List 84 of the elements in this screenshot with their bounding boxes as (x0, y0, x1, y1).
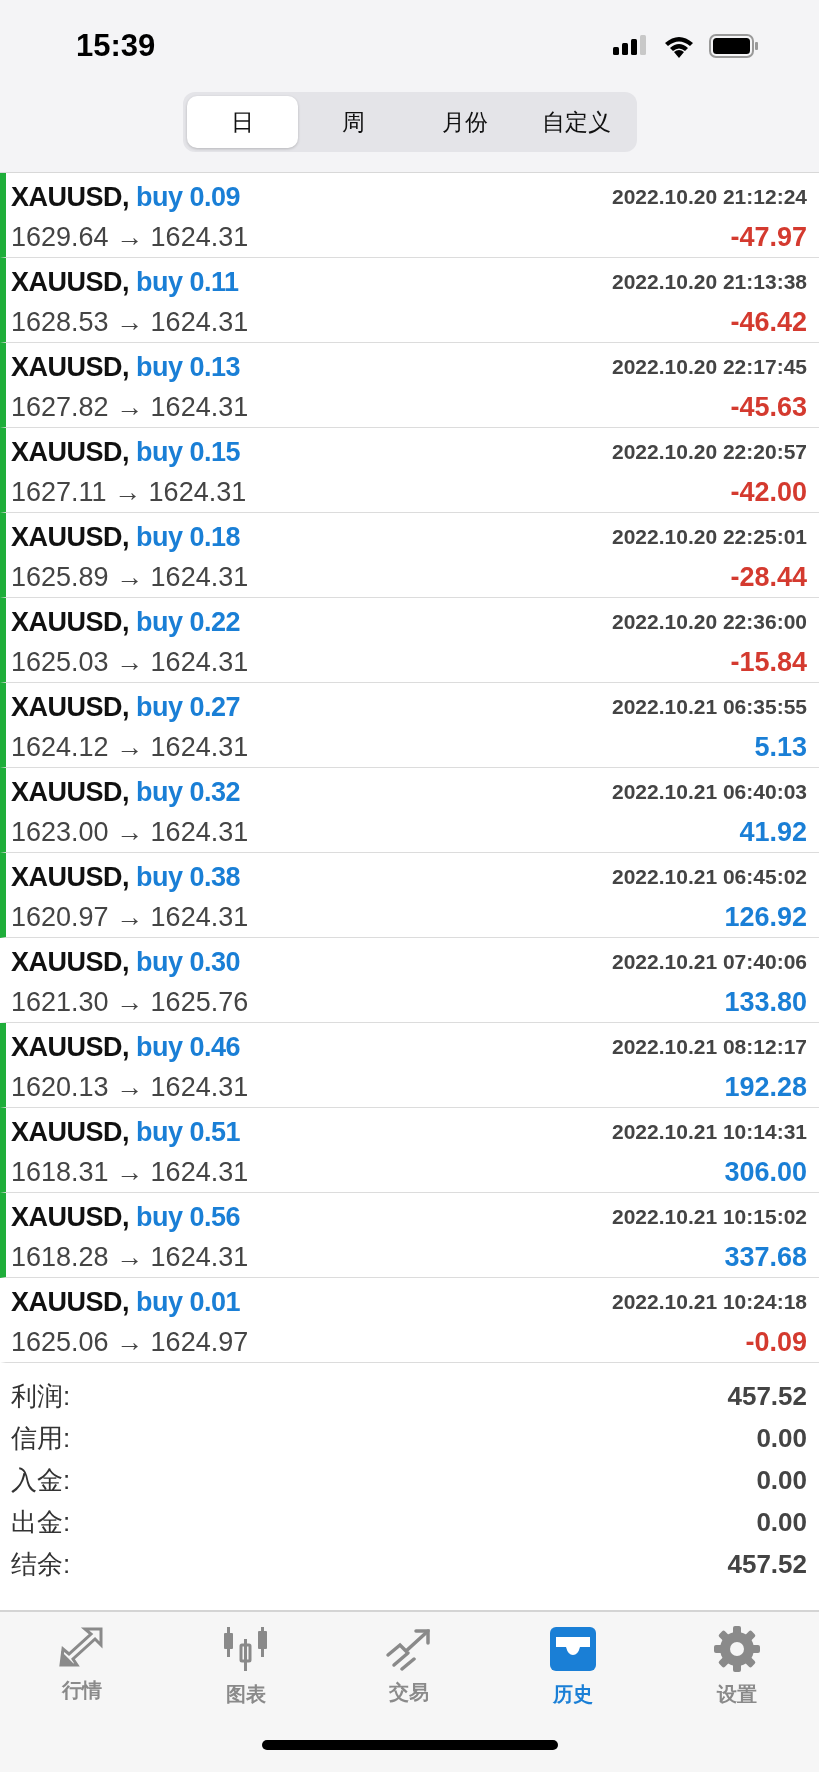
deal-profit: 5.13 (753, 731, 807, 763)
deal-time: 2022.10.21 10:24:18 (612, 1290, 807, 1314)
status-time: 15:39 (76, 28, 156, 64)
summary-label: 入金: (11, 1463, 71, 1497)
deal-prices: 1629.64 → 1624.31 (11, 221, 250, 253)
deal-prices: 1618.28 → 1624.31 (11, 1241, 250, 1273)
deal-title: XAUUSD, buy 0.22 (11, 606, 242, 638)
deal-profit: -42.00 (729, 476, 807, 508)
summary-label: 出金: (11, 1505, 71, 1539)
deal-prices: 1621.30 → 1625.76 (11, 986, 250, 1018)
wifi-icon (663, 34, 695, 58)
deal-profit: 133.80 (723, 986, 807, 1018)
deal-time: 2022.10.21 06:35:55 (612, 695, 807, 719)
summary-value: 457.52 (727, 1380, 807, 1412)
deal-profit: -0.09 (744, 1326, 807, 1358)
deal-title: XAUUSD, buy 0.51 (11, 1116, 242, 1148)
deal-profit: -45.63 (729, 391, 807, 423)
deal-prices: 1618.31 → 1624.31 (11, 1156, 250, 1188)
summary-value: 457.52 (727, 1548, 807, 1580)
deal-row[interactable]: XAUUSD, buy 0.15 2022.10.20 22:20:57 1627.11 → 1624.31 -42.00 (0, 428, 819, 513)
summary-value: 0.00 (756, 1464, 807, 1496)
signal-icon (613, 35, 649, 57)
summary-label: 利润: (11, 1379, 71, 1413)
deal-time: 2022.10.20 22:36:00 (612, 610, 807, 634)
deal-title: XAUUSD, buy 0.56 (11, 1201, 242, 1233)
deal-profit: 192.28 (723, 1071, 807, 1103)
deal-profit: -47.97 (729, 221, 807, 253)
deal-row[interactable]: XAUUSD, buy 0.11 2022.10.20 21:13:38 1628.53 → 1624.31 -46.42 (0, 258, 819, 343)
deal-time: 2022.10.21 06:45:02 (612, 865, 807, 889)
deal-time: 2022.10.21 08:12:17 (612, 1035, 807, 1059)
deal-prices: 1627.82 → 1624.31 (11, 391, 250, 423)
deal-title: XAUUSD, buy 0.18 (11, 521, 242, 553)
summary-value: 0.00 (756, 1422, 807, 1454)
deal-time: 2022.10.20 21:13:38 (612, 270, 807, 294)
deal-prices: 1625.03 → 1624.31 (11, 646, 250, 678)
deal-time: 2022.10.20 21:12:24 (612, 185, 807, 209)
deal-time: 2022.10.21 10:14:31 (612, 1120, 807, 1144)
deal-row[interactable]: XAUUSD, buy 0.22 2022.10.20 22:36:00 1625.03 → 1624.31 -15.84 (0, 598, 819, 683)
deal-prices: 1628.53 → 1624.31 (11, 306, 250, 338)
deal-prices: 1625.89 → 1624.31 (11, 561, 250, 593)
deal-profit: 306.00 (723, 1156, 807, 1188)
period-tab[interactable]: 周 (298, 96, 410, 148)
period-tab[interactable]: 自定义 (521, 96, 633, 148)
deal-prices: 1623.00 → 1624.31 (11, 816, 250, 848)
deal-profit: -28.44 (729, 561, 807, 593)
settings-icon (713, 1625, 762, 1673)
deal-prices: 1627.11 → 1624.31 (11, 476, 248, 508)
deal-row[interactable]: XAUUSD, buy 0.09 2022.10.20 21:12:24 1629.64 → 1624.31 -47.97 (0, 173, 819, 258)
deal-title: XAUUSD, buy 0.38 (11, 861, 242, 893)
deal-title: XAUUSD, buy 0.27 (11, 691, 242, 723)
battery-icon (709, 34, 759, 58)
deal-prices: 1624.12 → 1624.31 (11, 731, 250, 763)
deal-row[interactable]: XAUUSD, buy 0.18 2022.10.20 22:25:01 1625.89 → 1624.31 -28.44 (0, 513, 819, 598)
deal-profit: -46.42 (729, 306, 807, 338)
summary-label: 信用: (11, 1421, 71, 1455)
deal-profit: 41.92 (738, 816, 807, 848)
deal-prices: 1625.06 → 1624.97 (11, 1326, 250, 1358)
deal-row[interactable]: XAUUSD, buy 0.13 2022.10.20 22:17:45 1627.82 → 1624.31 -45.63 (0, 343, 819, 428)
deal-title: XAUUSD, buy 0.11 (11, 266, 240, 298)
period-tab[interactable]: 日 (186, 96, 298, 148)
summary-label: 结余: (11, 1547, 71, 1581)
deal-title: XAUUSD, buy 0.46 (11, 1031, 242, 1063)
deal-time: 2022.10.21 07:40:06 (612, 950, 807, 974)
deal-profit: -15.84 (729, 646, 807, 678)
deal-time: 2022.10.20 22:20:57 (612, 440, 807, 464)
deal-row[interactable]: XAUUSD, buy 0.01 2022.10.21 10:24:18 1625.06 → 1624.97 -0.09 (0, 1278, 819, 1363)
deal-title: XAUUSD, buy 0.01 (11, 1286, 242, 1318)
tab-bar-item[interactable]: 历史 (513, 1624, 634, 1709)
deal-profit: 126.92 (723, 901, 807, 933)
summary-value: 0.00 (756, 1506, 807, 1538)
deal-time: 2022.10.21 10:15:02 (612, 1205, 807, 1229)
deal-title: XAUUSD, buy 0.09 (11, 181, 242, 213)
deal-prices: 1620.97 → 1624.31 (11, 901, 250, 933)
deal-profit: 337.68 (723, 1241, 807, 1273)
deal-time: 2022.10.21 06:40:03 (612, 780, 807, 804)
period-tab[interactable]: 月份 (409, 96, 521, 148)
deal-title: XAUUSD, buy 0.30 (11, 946, 242, 978)
deal-time: 2022.10.20 22:25:01 (612, 525, 807, 549)
deal-time: 2022.10.20 22:17:45 (612, 355, 807, 379)
deal-title: XAUUSD, buy 0.32 (11, 776, 242, 808)
deal-title: XAUUSD, buy 0.13 (11, 351, 242, 383)
deal-title: XAUUSD, buy 0.15 (11, 436, 242, 468)
deal-prices: 1620.13 → 1624.31 (11, 1071, 250, 1103)
inbox-icon (548, 1625, 599, 1673)
